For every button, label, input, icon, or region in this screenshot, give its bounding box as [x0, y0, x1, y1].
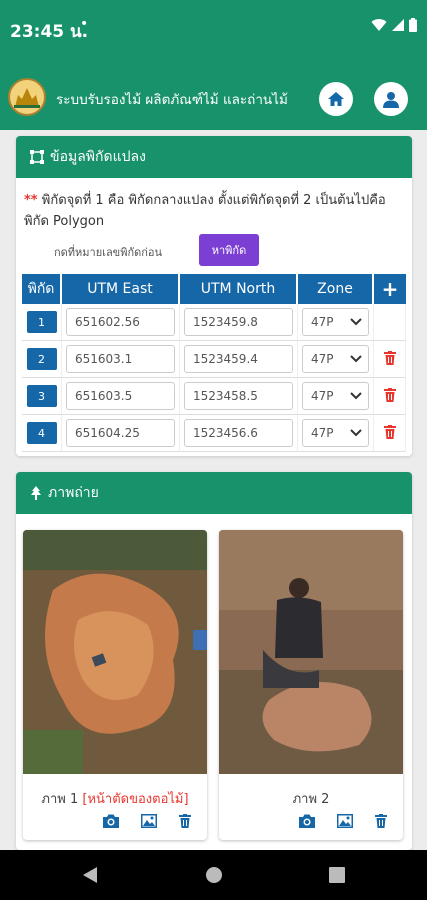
- utm-east-input[interactable]: 651602.56: [66, 308, 175, 336]
- point-number-button[interactable]: 3: [26, 385, 57, 408]
- emblem-icon: [8, 78, 46, 116]
- point-number-button[interactable]: 4: [26, 422, 57, 445]
- col-header-zone: Zone: [298, 274, 374, 304]
- zone-select[interactable]: 47P: [302, 308, 369, 336]
- profile-button[interactable]: [374, 82, 408, 116]
- table-row: 1 651602.56 1523459.8 47P: [22, 304, 406, 341]
- trash-icon[interactable]: [383, 387, 396, 402]
- photo-caption-1: ภาพ 1 [หน้าตัดของตอไม้]: [23, 788, 207, 809]
- photos-card-header: ภาพถ่าย: [16, 472, 412, 514]
- battery-icon: [409, 18, 417, 32]
- find-coordinate-button[interactable]: หาพิกัด: [199, 234, 259, 266]
- notification-dot: •: [80, 16, 89, 32]
- table-row: 3 651603.5 1523458.5 47P: [22, 378, 406, 415]
- photo-card-2: ภาพ 2: [219, 530, 403, 840]
- coordinates-card-title: ข้อมูลพิกัดแปลง: [50, 149, 146, 165]
- zone-value: 47P: [311, 352, 334, 366]
- signal-icon: [392, 19, 404, 31]
- user-icon: [383, 91, 399, 108]
- zone-select[interactable]: 47P: [302, 345, 369, 373]
- utm-north-input[interactable]: 1523458.5: [184, 382, 293, 410]
- chevron-down-icon: [350, 392, 362, 400]
- col-header-utm-east: UTM East: [62, 274, 180, 304]
- point-number-button[interactable]: 2: [26, 348, 57, 371]
- utm-east-input[interactable]: 651603.5: [66, 382, 175, 410]
- add-row-button[interactable]: +: [374, 274, 406, 304]
- zone-value: 47P: [311, 389, 334, 403]
- camera-icon[interactable]: [299, 814, 315, 828]
- utm-north-input[interactable]: 1523459.4: [184, 345, 293, 373]
- home-circle-icon[interactable]: [205, 866, 223, 884]
- app-bar: ระบบรับรองไม้ ผลิตภัณฑ์ไม้ และถ่านไม้: [0, 58, 427, 130]
- photos-card-title: ภาพถ่าย: [48, 485, 99, 501]
- trash-icon[interactable]: [375, 814, 387, 828]
- photo-image-2[interactable]: [219, 530, 403, 774]
- home-icon: [328, 92, 344, 106]
- zone-value: 47P: [311, 426, 334, 440]
- coordinates-card: ข้อมูลพิกัดแปลง ** พิกัดจุดที่ 1 คือ พิก…: [16, 136, 412, 456]
- table-row: 2 651603.1 1523459.4 47P: [22, 341, 406, 378]
- utm-east-input[interactable]: 651604.25: [66, 419, 175, 447]
- chevron-down-icon: [350, 429, 362, 437]
- photo-caption-2: ภาพ 2: [219, 788, 403, 809]
- coordinates-note: ** พิกัดจุดที่ 1 คือ พิกัดกลางแปลง ตั้งแ…: [24, 190, 409, 232]
- chevron-down-icon: [350, 318, 362, 326]
- photo-tools-2: [299, 814, 387, 828]
- select-point-hint: กดที่หมายเลขพิกัดก่อน: [54, 246, 163, 259]
- status-time: 23:45 น.: [10, 22, 89, 42]
- recents-icon[interactable]: [329, 867, 345, 883]
- vector-square-icon: [30, 150, 44, 164]
- photos-card: ภาพถ่าย ภาพ 1 [หน้าตัดของตอไม้] ภาพ 2: [16, 472, 412, 850]
- app-title: ระบบรับรองไม้ ผลิตภัณฑ์ไม้ และถ่านไม้: [56, 92, 288, 108]
- wifi-icon: [371, 19, 387, 31]
- photo-label: ภาพ 2: [292, 792, 330, 807]
- home-button[interactable]: [319, 82, 353, 116]
- note-stars: **: [24, 193, 38, 208]
- chevron-down-icon: [350, 355, 362, 363]
- tree-icon: [31, 486, 41, 500]
- photo-label: ภาพ 1: [41, 792, 79, 807]
- col-header-point: พิกัด: [22, 274, 62, 304]
- point-number-button[interactable]: 1: [26, 311, 57, 334]
- utm-north-input[interactable]: 1523456.6: [184, 419, 293, 447]
- back-icon[interactable]: [82, 866, 98, 884]
- status-bar: 23:45 น. •: [0, 0, 427, 58]
- trash-icon[interactable]: [383, 424, 396, 439]
- photo-card-1: ภาพ 1 [หน้าตัดของตอไม้]: [23, 530, 207, 840]
- note-text: พิกัดจุดที่ 1 คือ พิกัดกลางแปลง ตั้งแต่พ…: [24, 193, 386, 229]
- image-icon[interactable]: [337, 814, 353, 828]
- zone-select[interactable]: 47P: [302, 419, 369, 447]
- trash-icon[interactable]: [383, 350, 396, 365]
- coordinates-card-header: ข้อมูลพิกัดแปลง: [16, 136, 412, 178]
- table-row: 4 651604.25 1523456.6 47P: [22, 415, 406, 452]
- utm-east-input[interactable]: 651603.1: [66, 345, 175, 373]
- trash-icon[interactable]: [179, 814, 191, 828]
- system-icons: [371, 18, 417, 32]
- camera-icon[interactable]: [103, 814, 119, 828]
- coordinates-table: พิกัด UTM East UTM North Zone + 1 651602…: [22, 274, 406, 452]
- photo-tools-1: [103, 814, 191, 828]
- col-header-utm-north: UTM North: [180, 274, 298, 304]
- image-icon[interactable]: [141, 814, 157, 828]
- zone-select[interactable]: 47P: [302, 382, 369, 410]
- zone-value: 47P: [311, 315, 334, 329]
- photo-note: [หน้าตัดของตอไม้]: [82, 792, 189, 807]
- system-nav-bar: [0, 850, 427, 900]
- photo-image-1[interactable]: [23, 530, 207, 774]
- utm-north-input[interactable]: 1523459.8: [184, 308, 293, 336]
